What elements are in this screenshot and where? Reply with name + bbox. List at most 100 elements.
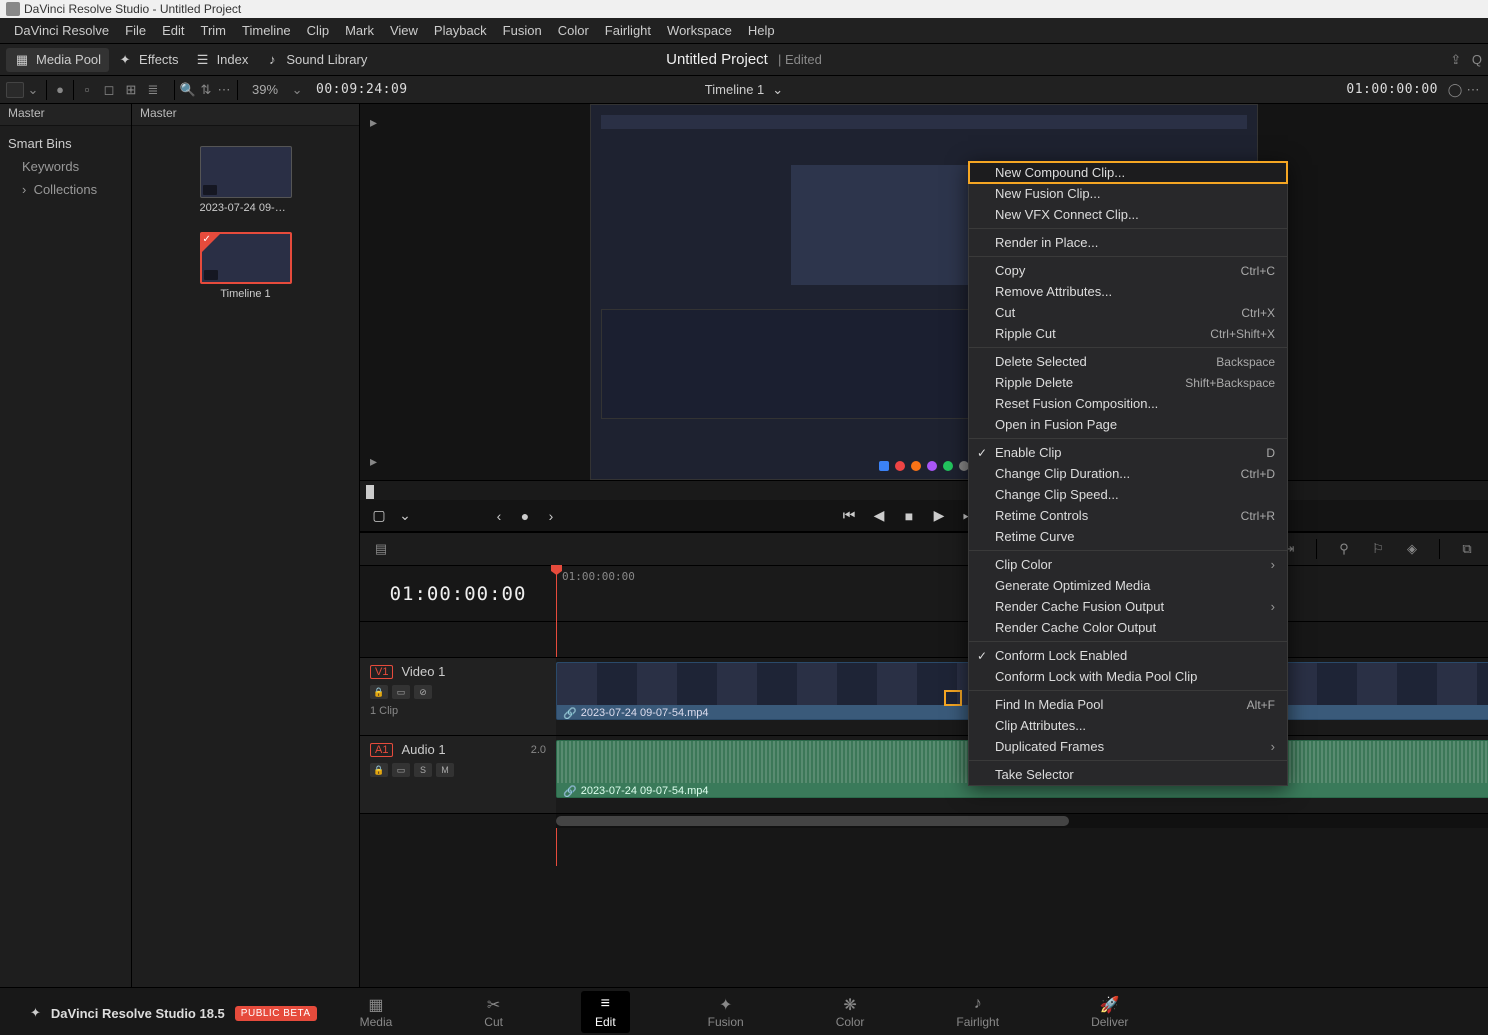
menu-view[interactable]: View	[382, 23, 426, 38]
smart-bins-header[interactable]: Smart Bins	[8, 132, 123, 155]
track-lock-button[interactable]: 🔒	[370, 685, 388, 699]
link-tool[interactable]: ⚲	[1333, 538, 1355, 560]
bin-tree-header[interactable]: Master	[0, 104, 131, 126]
play-reverse-button[interactable]: ◀	[870, 507, 888, 525]
timeline-selector[interactable]: Timeline 1 ⌄	[705, 82, 783, 98]
ctx-generate-optimized[interactable]: Generate Optimized Media	[969, 575, 1287, 596]
expand-viewer-icon[interactable]: ▸	[366, 449, 381, 474]
marker-tool[interactable]: ◈	[1401, 538, 1423, 560]
ctx-ripple-delete[interactable]: Ripple DeleteShift+Backspace	[969, 372, 1287, 393]
page-cut[interactable]: ✂Cut	[470, 991, 517, 1033]
sort-icon[interactable]: ⇅	[197, 81, 215, 99]
page-media[interactable]: ▦Media	[346, 991, 407, 1033]
play-button[interactable]: ▶	[930, 507, 948, 525]
index-button[interactable]: ☰ Index	[187, 48, 257, 72]
zoom-level[interactable]: 39%	[252, 82, 278, 97]
record-icon[interactable]: ●	[51, 81, 69, 99]
chevron-down-icon[interactable]: ⌄	[24, 81, 42, 99]
menu-trim[interactable]: Trim	[193, 23, 235, 38]
first-frame-button[interactable]: ⏮	[840, 507, 858, 525]
video-track-header[interactable]: V1 Video 1 🔒 ▭ ⊘ 1 Clip	[360, 658, 556, 735]
marker-icon[interactable]: ▢	[370, 507, 388, 525]
ctx-retime-curve[interactable]: Retime Curve	[969, 526, 1287, 547]
track-auto-button[interactable]: ▭	[392, 763, 410, 777]
ctx-new-vfx-connect-clip[interactable]: New VFX Connect Clip...	[969, 204, 1287, 225]
prev-icon[interactable]: ‹	[490, 507, 508, 525]
next-icon[interactable]: ›	[542, 507, 560, 525]
smart-bin-keywords[interactable]: Keywords	[8, 155, 123, 178]
ctx-open-fusion[interactable]: Open in Fusion Page	[969, 414, 1287, 435]
scrollbar-thumb[interactable]	[556, 816, 1069, 826]
page-fusion[interactable]: ✦Fusion	[694, 991, 758, 1033]
ctx-reset-fusion[interactable]: Reset Fusion Composition...	[969, 393, 1287, 414]
page-deliver[interactable]: 🚀Deliver	[1077, 991, 1142, 1033]
timeline-timecode[interactable]: 01:00:00:00	[360, 566, 556, 621]
scrubber-playhead[interactable]	[366, 485, 374, 499]
menu-file[interactable]: File	[117, 23, 154, 38]
stop-button[interactable]: ■	[900, 507, 918, 525]
clip-thumb[interactable]: 2023-07-24 09-07-...	[200, 146, 292, 214]
more-icon[interactable]: ⋯	[215, 81, 233, 99]
track-lock-button[interactable]: 🔒	[370, 763, 388, 777]
media-pool-header[interactable]: Master	[132, 104, 359, 126]
sound-library-button[interactable]: ♪ Sound Library	[256, 48, 375, 72]
menu-workspace[interactable]: Workspace	[659, 23, 740, 38]
ctx-render-in-place[interactable]: Render in Place...	[969, 232, 1287, 253]
ctx-cut[interactable]: CutCtrl+X	[969, 302, 1287, 323]
viewer-scrubber[interactable]	[360, 480, 1488, 500]
chevron-down-icon[interactable]: ⌄	[396, 507, 414, 525]
menu-edit[interactable]: Edit	[154, 23, 192, 38]
loop-icon[interactable]: ◯	[1446, 81, 1464, 99]
menu-help[interactable]: Help	[740, 23, 783, 38]
ctx-change-duration[interactable]: Change Clip Duration...Ctrl+D	[969, 463, 1287, 484]
ctx-ripple-cut[interactable]: Ripple CutCtrl+Shift+X	[969, 323, 1287, 344]
ctx-duplicated-frames[interactable]: Duplicated Frames	[969, 736, 1287, 757]
track-badge[interactable]: V1	[370, 665, 393, 679]
track-auto-button[interactable]: ▭	[392, 685, 410, 699]
export-icon[interactable]: ⇪	[1448, 52, 1464, 68]
page-fairlight[interactable]: ♪Fairlight	[942, 991, 1013, 1033]
ctx-conform-lock[interactable]: Conform Lock Enabled	[969, 645, 1287, 666]
ctx-cache-fusion[interactable]: Render Cache Fusion Output	[969, 596, 1287, 617]
dot-icon[interactable]: ●	[516, 507, 534, 525]
ctx-delete-selected[interactable]: Delete SelectedBackspace	[969, 351, 1287, 372]
track-mute-button[interactable]: M	[436, 763, 454, 777]
view-mode-toggle[interactable]	[6, 82, 24, 98]
page-color[interactable]: ❋Color	[822, 991, 879, 1033]
menu-timeline[interactable]: Timeline	[234, 23, 299, 38]
ctx-take-selector[interactable]: Take Selector	[969, 764, 1287, 785]
menu-fusion[interactable]: Fusion	[495, 23, 550, 38]
ctx-change-speed[interactable]: Change Clip Speed...	[969, 484, 1287, 505]
more-icon[interactable]: ⋯	[1464, 81, 1482, 99]
ctx-clip-color[interactable]: Clip Color	[969, 554, 1287, 575]
flag-tool[interactable]: ⚐	[1367, 538, 1389, 560]
timeline-options-icon[interactable]: ▤	[370, 538, 392, 560]
snap-tool[interactable]: ⧉	[1456, 538, 1478, 560]
timeline-thumb[interactable]: Timeline 1	[200, 232, 292, 300]
search-icon[interactable]: 🔍	[179, 81, 197, 99]
ctx-new-fusion-clip[interactable]: New Fusion Clip...	[969, 183, 1287, 204]
ctx-retime-controls[interactable]: Retime ControlsCtrl+R	[969, 505, 1287, 526]
media-pool-button[interactable]: ▦ Media Pool	[6, 48, 109, 72]
smart-bin-collections[interactable]: › Collections	[8, 178, 123, 201]
ctx-conform-mp[interactable]: Conform Lock with Media Pool Clip	[969, 666, 1287, 687]
ctx-clip-attributes[interactable]: Clip Attributes...	[969, 715, 1287, 736]
menu-fairlight[interactable]: Fairlight	[597, 23, 659, 38]
track-solo-button[interactable]: S	[414, 763, 432, 777]
menu-playback[interactable]: Playback	[426, 23, 495, 38]
audio-track-header[interactable]: A1 Audio 1 2.0 🔒 ▭ S M	[360, 736, 556, 813]
ctx-enable-clip[interactable]: Enable ClipD	[969, 442, 1287, 463]
ctx-cache-color[interactable]: Render Cache Color Output	[969, 617, 1287, 638]
ctx-copy[interactable]: CopyCtrl+C	[969, 260, 1287, 281]
track-disable-button[interactable]: ⊘	[414, 685, 432, 699]
expand-viewer-icon[interactable]: ▸	[366, 110, 381, 135]
track-badge[interactable]: A1	[370, 743, 393, 757]
q-button[interactable]: Q	[1472, 52, 1482, 68]
viewer[interactable]: ▸ ▸	[360, 104, 1488, 480]
ctx-new-compound-clip[interactable]: New Compound Clip...	[969, 162, 1287, 183]
thumb-size-group[interactable]: ▫◻⊞≣	[78, 81, 162, 99]
menu-clip[interactable]: Clip	[299, 23, 337, 38]
ctx-remove-attributes[interactable]: Remove Attributes...	[969, 281, 1287, 302]
menu-color[interactable]: Color	[550, 23, 597, 38]
menu-mark[interactable]: Mark	[337, 23, 382, 38]
